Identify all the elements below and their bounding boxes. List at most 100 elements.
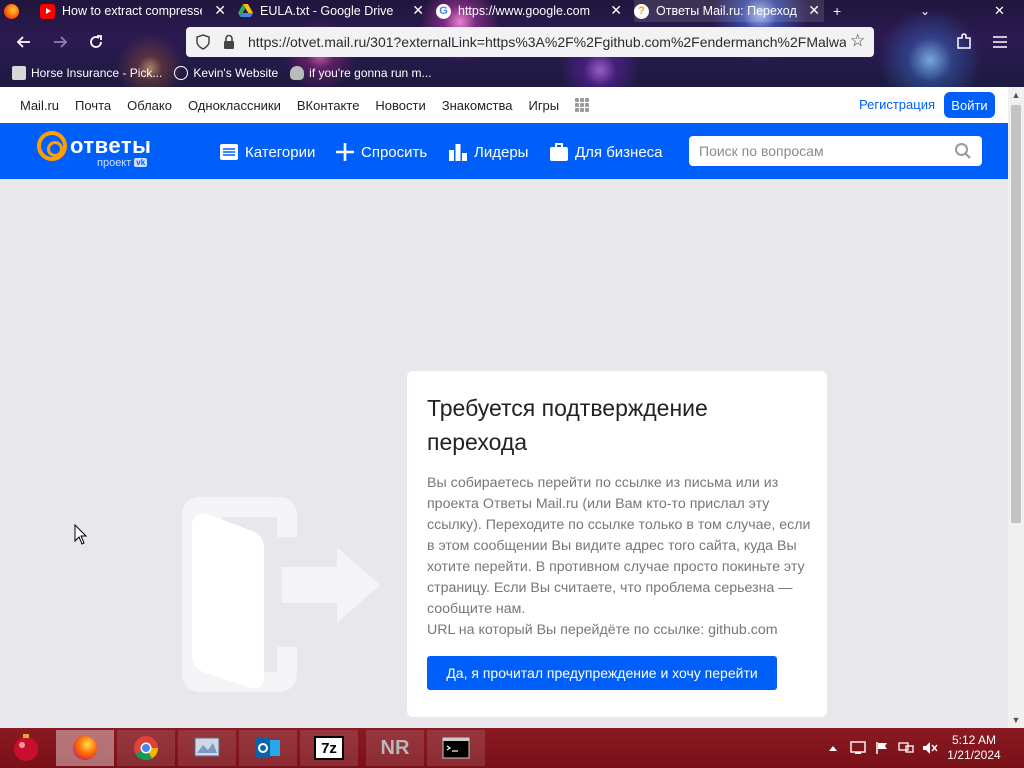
at-sign-icon xyxy=(37,131,67,161)
logo-text: ответы xyxy=(70,133,152,158)
taskbar-7zip[interactable]: 7z xyxy=(300,730,358,766)
tab-title: https://www.google.com xyxy=(458,4,591,18)
url-text[interactable]: https://otvet.mail.ru/301?externalLink=h… xyxy=(248,34,846,50)
nav-label: Категории xyxy=(245,143,316,161)
nav-link-oblako[interactable]: Облако xyxy=(127,98,172,113)
google-drive-icon xyxy=(238,4,253,19)
nav-label: Для бизнеса xyxy=(575,143,663,161)
tab-mailru-answers[interactable]: ? Ответы Mail.ru: Переход ✕ xyxy=(634,0,824,22)
nav-link-mailru[interactable]: Mail.ru xyxy=(20,98,59,113)
login-button[interactable]: Войти xyxy=(944,92,995,118)
tab-google[interactable]: G https://www.google.com ✕ xyxy=(436,0,626,22)
search-box xyxy=(689,136,982,166)
nav-label: Лидеры xyxy=(474,143,529,161)
scroll-down-icon[interactable]: ▼ xyxy=(1008,712,1024,728)
flag-icon xyxy=(876,742,887,754)
windows-taskbar: 7z NR 5:12 AM 1/21/2024 xyxy=(0,728,1024,768)
taskbar-cmd[interactable] xyxy=(427,730,485,766)
forward-button[interactable] xyxy=(46,28,74,56)
tab-google-drive[interactable]: EULA.txt - Google Drive ✕ xyxy=(238,0,428,22)
extensions-button[interactable] xyxy=(950,28,978,56)
tab-close-icon[interactable]: ✕ xyxy=(610,2,622,19)
bookmark-label: if you're gonna run m... xyxy=(309,66,432,80)
clock-time: 5:12 AM xyxy=(951,733,997,747)
system-clock[interactable]: 5:12 AM 1/21/2024 xyxy=(946,733,1002,763)
taskbar-chrome[interactable] xyxy=(117,730,175,766)
window-close-icon[interactable]: ✕ xyxy=(994,0,1005,22)
taskbar-screenshot-tool[interactable] xyxy=(178,730,236,766)
search-icon[interactable] xyxy=(954,142,972,160)
back-button[interactable] xyxy=(10,28,38,56)
bookmark-item[interactable]: if you're gonna run m... xyxy=(290,66,432,80)
nav-link-znakomstva[interactable]: Знакомства xyxy=(442,98,513,113)
navigation-toolbar: https://otvet.mail.ru/301?externalLink=h… xyxy=(0,26,1024,58)
logo-subtitle: проект vk xyxy=(97,157,148,169)
show-hidden-icons[interactable] xyxy=(828,728,838,768)
bookmark-label: Horse Insurance - Pick... xyxy=(31,66,163,80)
menu-button[interactable] xyxy=(986,28,1014,56)
page-scrollbar[interactable]: ▲ ▼ xyxy=(1008,87,1024,728)
tray-network[interactable] xyxy=(898,728,914,768)
nav-leaders[interactable]: Лидеры xyxy=(448,141,528,163)
vk-badge: vk xyxy=(134,158,148,167)
scrollbar-thumb[interactable] xyxy=(1011,105,1021,523)
tray-volume[interactable] xyxy=(922,728,938,768)
tab-bar: How to extract compressed ✕ EULA.txt - G… xyxy=(0,0,1024,22)
nav-label: Спросить xyxy=(361,143,428,161)
address-bar[interactable]: https://otvet.mail.ru/301?externalLink=h… xyxy=(186,27,874,57)
tab-close-icon[interactable]: ✕ xyxy=(412,2,424,19)
nav-link-novosti[interactable]: Новости xyxy=(375,98,425,113)
tray-flag[interactable] xyxy=(875,728,889,768)
nav-link-pochta[interactable]: Почта xyxy=(75,98,111,113)
chrome-icon xyxy=(134,736,158,761)
firefox-menu[interactable] xyxy=(4,0,28,22)
tab-close-icon[interactable]: ✕ xyxy=(808,2,820,19)
dialog-warning-text: Вы собираетесь перейти по ссылке из пись… xyxy=(427,475,811,617)
taskbar-firefox[interactable] xyxy=(56,730,114,766)
lock-icon[interactable] xyxy=(220,33,238,51)
reload-button[interactable] xyxy=(82,28,110,56)
scroll-up-icon[interactable]: ▲ xyxy=(1008,87,1024,103)
bookmark-item[interactable]: Horse Insurance - Pick... xyxy=(12,66,162,80)
dialog-target-url: URL на который Вы перейдёте по ссылке: g… xyxy=(427,622,778,638)
tab-youtube[interactable]: How to extract compressed ✕ xyxy=(40,0,230,22)
bookmark-star-icon[interactable]: ☆ xyxy=(850,32,868,50)
nav-link-vkontakte[interactable]: ВКонтакте xyxy=(297,98,360,113)
hamburger-icon xyxy=(993,36,1007,48)
tab-title: How to extract compressed xyxy=(62,4,202,18)
firefox-icon xyxy=(73,736,97,760)
bookmarks-toolbar: Horse Insurance - Pick... Kevin's Websit… xyxy=(0,62,1024,84)
bookmark-item[interactable]: Kevin's Website xyxy=(174,66,278,80)
nav-ask[interactable]: Спросить xyxy=(335,141,427,163)
youtube-icon xyxy=(40,3,55,19)
web-page: Mail.ru Почта Облако Одноклассники ВКонт… xyxy=(0,87,1008,728)
browser-chrome: How to extract compressed ✕ EULA.txt - G… xyxy=(0,0,1024,87)
google-icon: G xyxy=(436,3,451,19)
chevron-up-icon xyxy=(829,746,837,751)
tab-list-icon[interactable]: ⌄ xyxy=(920,0,930,22)
start-button[interactable] xyxy=(4,731,48,765)
nav-business[interactable]: Для бизнеса xyxy=(549,141,663,163)
taskbar-outlook[interactable] xyxy=(239,730,297,766)
confirm-redirect-dialog: Требуется подтверждение перехода Вы соби… xyxy=(407,371,827,717)
tray-network-app[interactable] xyxy=(850,728,866,768)
puzzle-icon xyxy=(957,33,971,49)
register-link[interactable]: Регистрация xyxy=(859,97,935,112)
search-input[interactable] xyxy=(689,136,939,166)
mouse-cursor-icon xyxy=(74,524,88,545)
nav-categories[interactable]: Категории xyxy=(219,141,315,163)
ornament-start-icon xyxy=(14,734,38,761)
7zip-icon: 7z xyxy=(314,736,344,760)
taskbar-nr[interactable]: NR xyxy=(366,730,424,766)
shield-icon[interactable] xyxy=(194,33,212,51)
proceed-button[interactable]: Да, я прочитал предупреждение и хочу пер… xyxy=(427,656,777,690)
nav-link-igry[interactable]: Игры xyxy=(528,98,559,113)
tab-close-icon[interactable]: ✕ xyxy=(214,2,226,19)
screenshot-tool-icon xyxy=(194,737,220,757)
otvety-logo[interactable]: ответы проект vk xyxy=(37,131,167,175)
apps-grid-icon[interactable] xyxy=(575,98,590,112)
portal-nav: Mail.ru Почта Облако Одноклассники ВКонт… xyxy=(0,87,1008,123)
new-tab-button[interactable]: + xyxy=(833,0,841,22)
display-icon xyxy=(850,741,866,754)
nav-link-odnoklassniki[interactable]: Одноклассники xyxy=(188,98,281,113)
